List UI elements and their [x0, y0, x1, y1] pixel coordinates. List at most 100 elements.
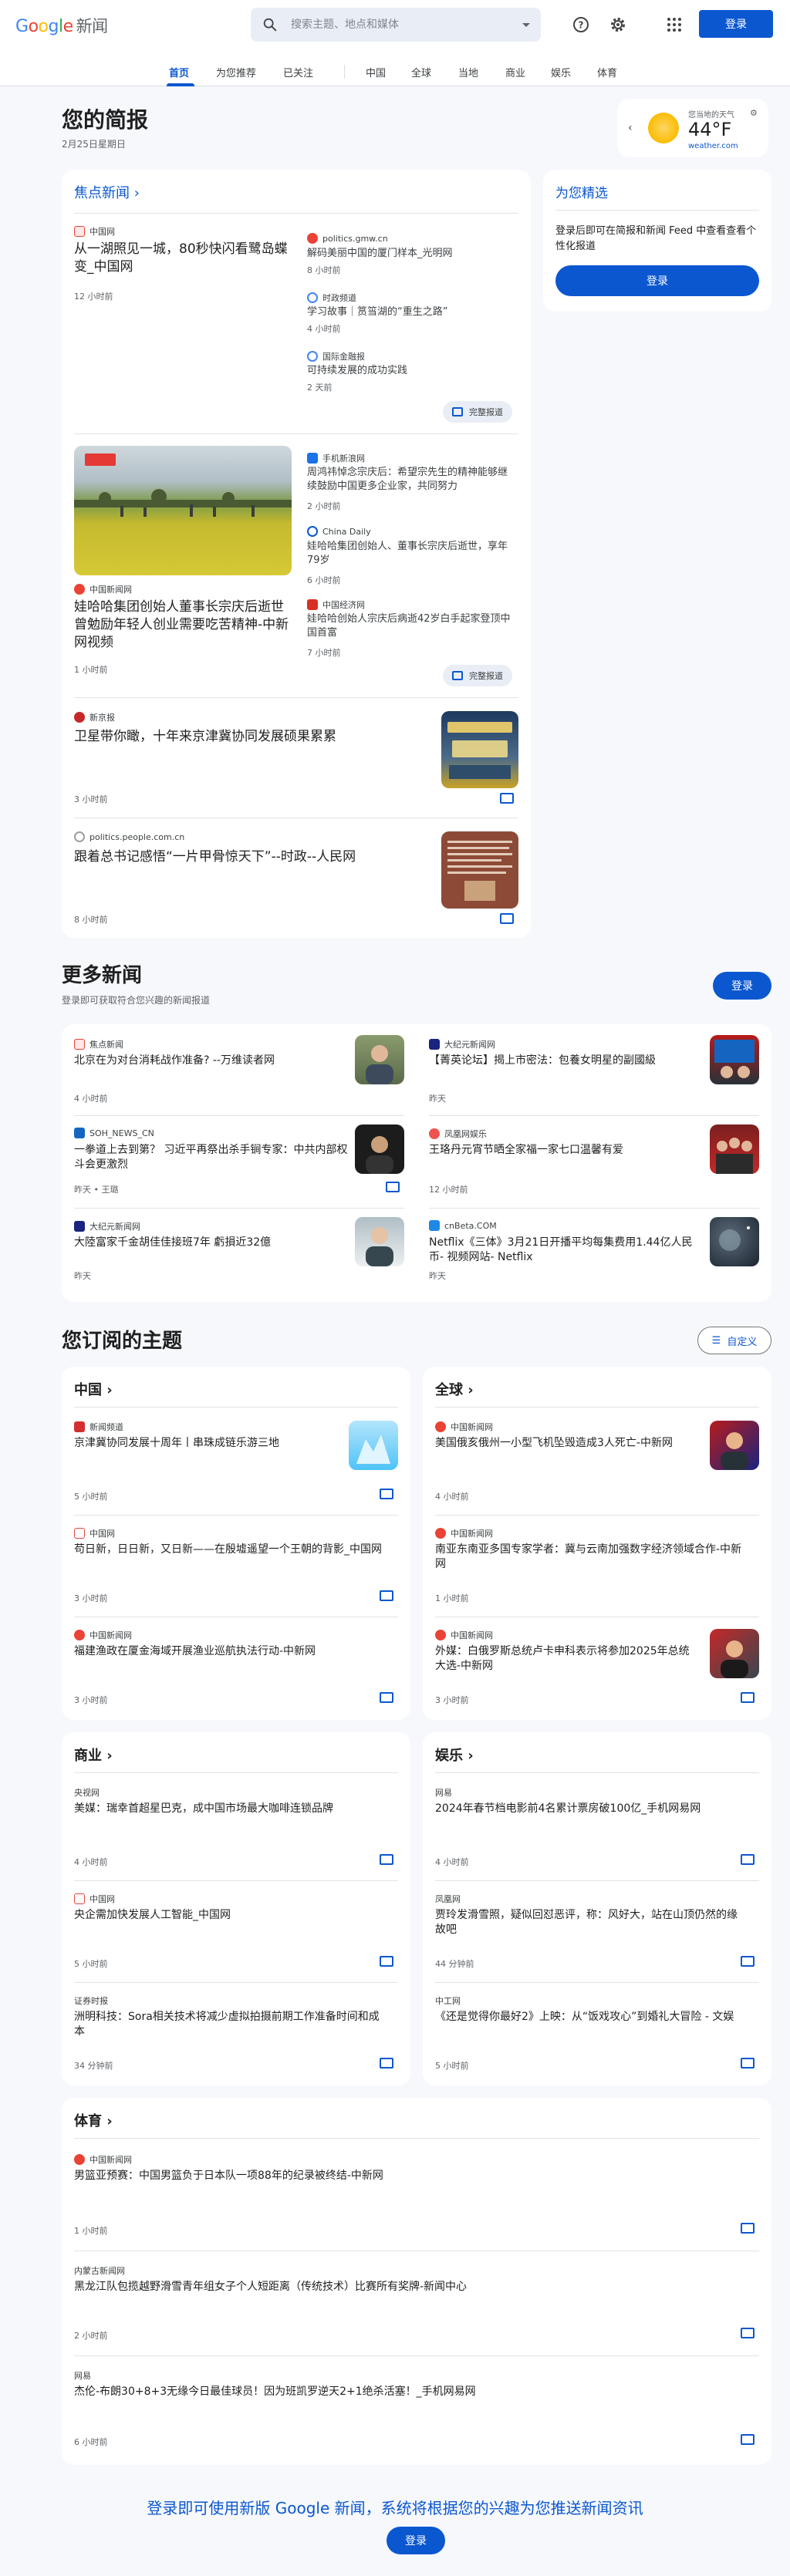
full-coverage-icon[interactable] — [741, 2223, 755, 2234]
story-headline[interactable]: 央企需加快发展人工智能_中国网 — [74, 1908, 383, 1923]
story-headline[interactable]: 跟着总书记感悟“一片甲骨惊天下”--时政--人民网 — [74, 848, 429, 866]
nav-tab-entertainment[interactable]: 娱乐 — [551, 65, 571, 79]
full-coverage-icon[interactable] — [741, 1956, 755, 1967]
story-headline[interactable]: 周鸿祎悼念宗庆后：希望宗先生的精神能够继续鼓励中国更多企业家，共同努力 — [307, 466, 515, 493]
weather-source-link[interactable]: weather.com — [688, 142, 738, 150]
story-headline[interactable]: 杰伦-布朗30+8+3无缘今日最佳球员！因为班凯罗逆天2+1绝杀活塞！_手机网易… — [74, 2385, 738, 2399]
search-options-chevron-icon[interactable] — [522, 23, 530, 27]
story-headline[interactable]: 黑龙江队包揽越野滑雪青年组女子个人短距离（传统技术）比赛所有奖牌-新闻中心 — [74, 2280, 738, 2294]
footer-login-button[interactable]: 登录 — [387, 2527, 445, 2554]
search-input[interactable] — [291, 19, 499, 31]
story-image[interactable] — [710, 1629, 759, 1678]
full-coverage-button[interactable]: 完整报道 — [443, 665, 512, 686]
story-headline[interactable]: 贾玲发滑雪照，疑似回怼恶评，称：风好大，站在山顶仍然的缘故吧 — [435, 1908, 744, 1937]
story-headline[interactable]: 2024年春节档电影前4名累计票房破100亿_手机网易网 — [435, 1802, 744, 1816]
story-headline[interactable]: 从一湖照见一城，80秒快闪看鹭岛蝶变_中国网 — [74, 241, 292, 276]
weather-widget[interactable]: ‹ 您当地的天气 44°F weather.com ⚙ — [617, 99, 768, 157]
nav-tab-for-you[interactable]: 为您推荐 — [216, 65, 256, 79]
full-coverage-icon[interactable] — [741, 2434, 755, 2445]
full-coverage-icon[interactable] — [380, 1692, 393, 1703]
story-image[interactable] — [441, 831, 518, 909]
full-coverage-icon[interactable] — [386, 1182, 400, 1192]
story-headline[interactable]: 娃哈哈集团创始人、董事长宗庆后逝世，享年79岁 — [307, 540, 515, 567]
story-headline[interactable]: 外媒：白俄罗斯总统卢卡申科表示将参加2025年总统大选-中新网 — [435, 1644, 690, 1674]
chevron-left-icon[interactable]: ‹ — [628, 122, 633, 134]
topic-link-business[interactable]: 商业 › — [74, 1745, 113, 1765]
topic-link-entertainment[interactable]: 娱乐 › — [435, 1745, 474, 1765]
story-headline[interactable]: 王珞丹元宵节晒全家福一家七口温馨有爱 — [429, 1143, 707, 1158]
story-headline[interactable]: 京津冀协同发展十周年丨串珠成链乐游三地 — [74, 1436, 329, 1451]
full-coverage-icon[interactable] — [500, 913, 514, 924]
story-image[interactable] — [355, 1217, 404, 1266]
story-image[interactable] — [74, 446, 292, 575]
story-image[interactable] — [355, 1124, 404, 1174]
top-stories-link[interactable]: 焦点新闻 › — [74, 182, 140, 202]
story-headline[interactable]: 大陸富家千金胡佳佳接班7年 虧損近32億 — [74, 1236, 352, 1250]
customize-button[interactable]: ☰ 自定义 — [697, 1327, 771, 1354]
story-headline[interactable]: 学习故事｜筼筜湖的“重生之路” — [307, 305, 515, 319]
full-coverage-icon[interactable] — [380, 1489, 393, 1499]
search-icon[interactable] — [262, 16, 279, 33]
story-headline[interactable]: 卫星带你瞰，十年来京津冀协同发展硕果累累 — [74, 728, 429, 746]
story-image[interactable] — [710, 1124, 759, 1174]
story-headline[interactable]: 南亚东南亚多国专家学者：冀与云南加强数字经济领域合作-中新网 — [435, 1543, 744, 1572]
header-login-button[interactable]: 登录 — [699, 10, 773, 38]
story-image[interactable] — [349, 1421, 398, 1470]
story-headline[interactable]: 娃哈哈集团创始人董事长宗庆后逝世曾勉励年轻人创业需要吃苦精神-中新网视频 — [74, 598, 292, 652]
for-you-login-button[interactable]: 登录 — [555, 265, 759, 296]
nav-tab-local[interactable]: 当地 — [458, 65, 478, 79]
full-coverage-icon[interactable] — [380, 1854, 393, 1865]
topic-link-china[interactable]: 中国 › — [74, 1379, 113, 1399]
weather-settings-icon[interactable]: ⚙ — [750, 108, 758, 118]
story-headline[interactable]: 可持续发展的成功实践 — [307, 364, 515, 378]
topic-label: 全球 — [435, 1382, 463, 1398]
story-headline[interactable]: 《还是觉得你最好2》上映：从“饭戏攻心”到婚礼大冒险 - 文娱 — [435, 2010, 744, 2025]
story-image[interactable] — [441, 711, 518, 788]
story-image[interactable] — [355, 1035, 404, 1084]
help-icon[interactable]: ? — [572, 15, 590, 34]
story-headline[interactable]: 北京在为对台消耗战作准备? --万维读者网 — [74, 1054, 352, 1068]
story-headline[interactable]: 男篮亚预赛：中国男篮负于日本队一项88年的纪录被终结-中新网 — [74, 2169, 738, 2183]
nav-tab-business[interactable]: 商业 — [505, 65, 525, 79]
settings-gear-icon[interactable] — [609, 15, 627, 34]
search-box[interactable] — [251, 8, 541, 42]
full-coverage-icon[interactable] — [380, 1590, 393, 1601]
story-image[interactable] — [710, 1217, 759, 1266]
source-favicon-icon — [74, 2154, 85, 2165]
nav-tab-china[interactable]: 中国 — [366, 65, 386, 79]
nav-tab-home[interactable]: 首页 — [169, 65, 189, 79]
story-headline[interactable]: Netflix《三体》3月21日开播平均每集费用1.44亿人民币- 视频网站- … — [429, 1236, 707, 1265]
logo-news-label: 新闻 — [76, 17, 109, 35]
full-coverage-icon[interactable] — [380, 2058, 393, 2069]
story-headline[interactable]: 娃哈哈创始人宗庆后病逝42岁白手起家登顶中国首富 — [307, 612, 515, 639]
story-headline[interactable]: 解码美丽中国的厦门样本_光明网 — [307, 247, 515, 261]
rapeseed-field-image — [74, 453, 292, 517]
topic-label: 中国 — [74, 1382, 102, 1398]
full-coverage-icon[interactable] — [741, 1692, 755, 1703]
story-headline[interactable]: 苟日新，日日新，又日新——在殷墟遥望一个王朝的背影_中国网 — [74, 1543, 383, 1557]
apps-grid-icon[interactable] — [665, 15, 684, 34]
full-coverage-icon[interactable] — [500, 793, 514, 804]
nav-tab-sports[interactable]: 体育 — [597, 65, 617, 79]
full-coverage-icon[interactable] — [741, 2058, 755, 2069]
story-image[interactable] — [710, 1035, 759, 1084]
divider — [74, 1407, 398, 1408]
full-coverage-icon[interactable] — [741, 2328, 755, 2338]
full-coverage-icon[interactable] — [380, 1956, 393, 1967]
topic-link-world[interactable]: 全球 › — [435, 1379, 474, 1399]
story-headline[interactable]: 美媒：瑞幸首超星巴克，成中国市场最大咖啡连锁品牌 — [74, 1802, 352, 1816]
google-news-logo[interactable]: Google 新闻 — [15, 14, 108, 37]
nav-tab-following[interactable]: 已关注 — [283, 65, 313, 79]
full-coverage-icon[interactable] — [741, 1854, 755, 1865]
nav-tab-world[interactable]: 全球 — [411, 65, 431, 79]
full-coverage-button[interactable]: 完整报道 — [443, 401, 512, 423]
story-image[interactable] — [710, 1421, 759, 1470]
story-headline[interactable]: 洲明科技：Sora相关技术将减少虚拟拍摄前期工作准备时间和成本 — [74, 2010, 383, 2039]
story-headline[interactable]: 一拳道上去到第？ 习近平再祭出杀手锏专家：中共内部权斗会更激烈 — [74, 1143, 352, 1172]
story-headline[interactable]: 【菁英论坛】揭上市密法：包養女明星的副國級 — [429, 1054, 707, 1068]
story-headline[interactable]: 福建渔政在厦金海域开展渔业巡航执法行动-中新网 — [74, 1644, 383, 1659]
divider — [74, 1982, 398, 1983]
topic-link-sports[interactable]: 体育 › — [74, 2110, 113, 2130]
story-headline[interactable]: 美国俄亥俄州一小型飞机坠毁造成3人死亡-中新网 — [435, 1436, 690, 1451]
more-news-login-button[interactable]: 登录 — [713, 972, 771, 1000]
